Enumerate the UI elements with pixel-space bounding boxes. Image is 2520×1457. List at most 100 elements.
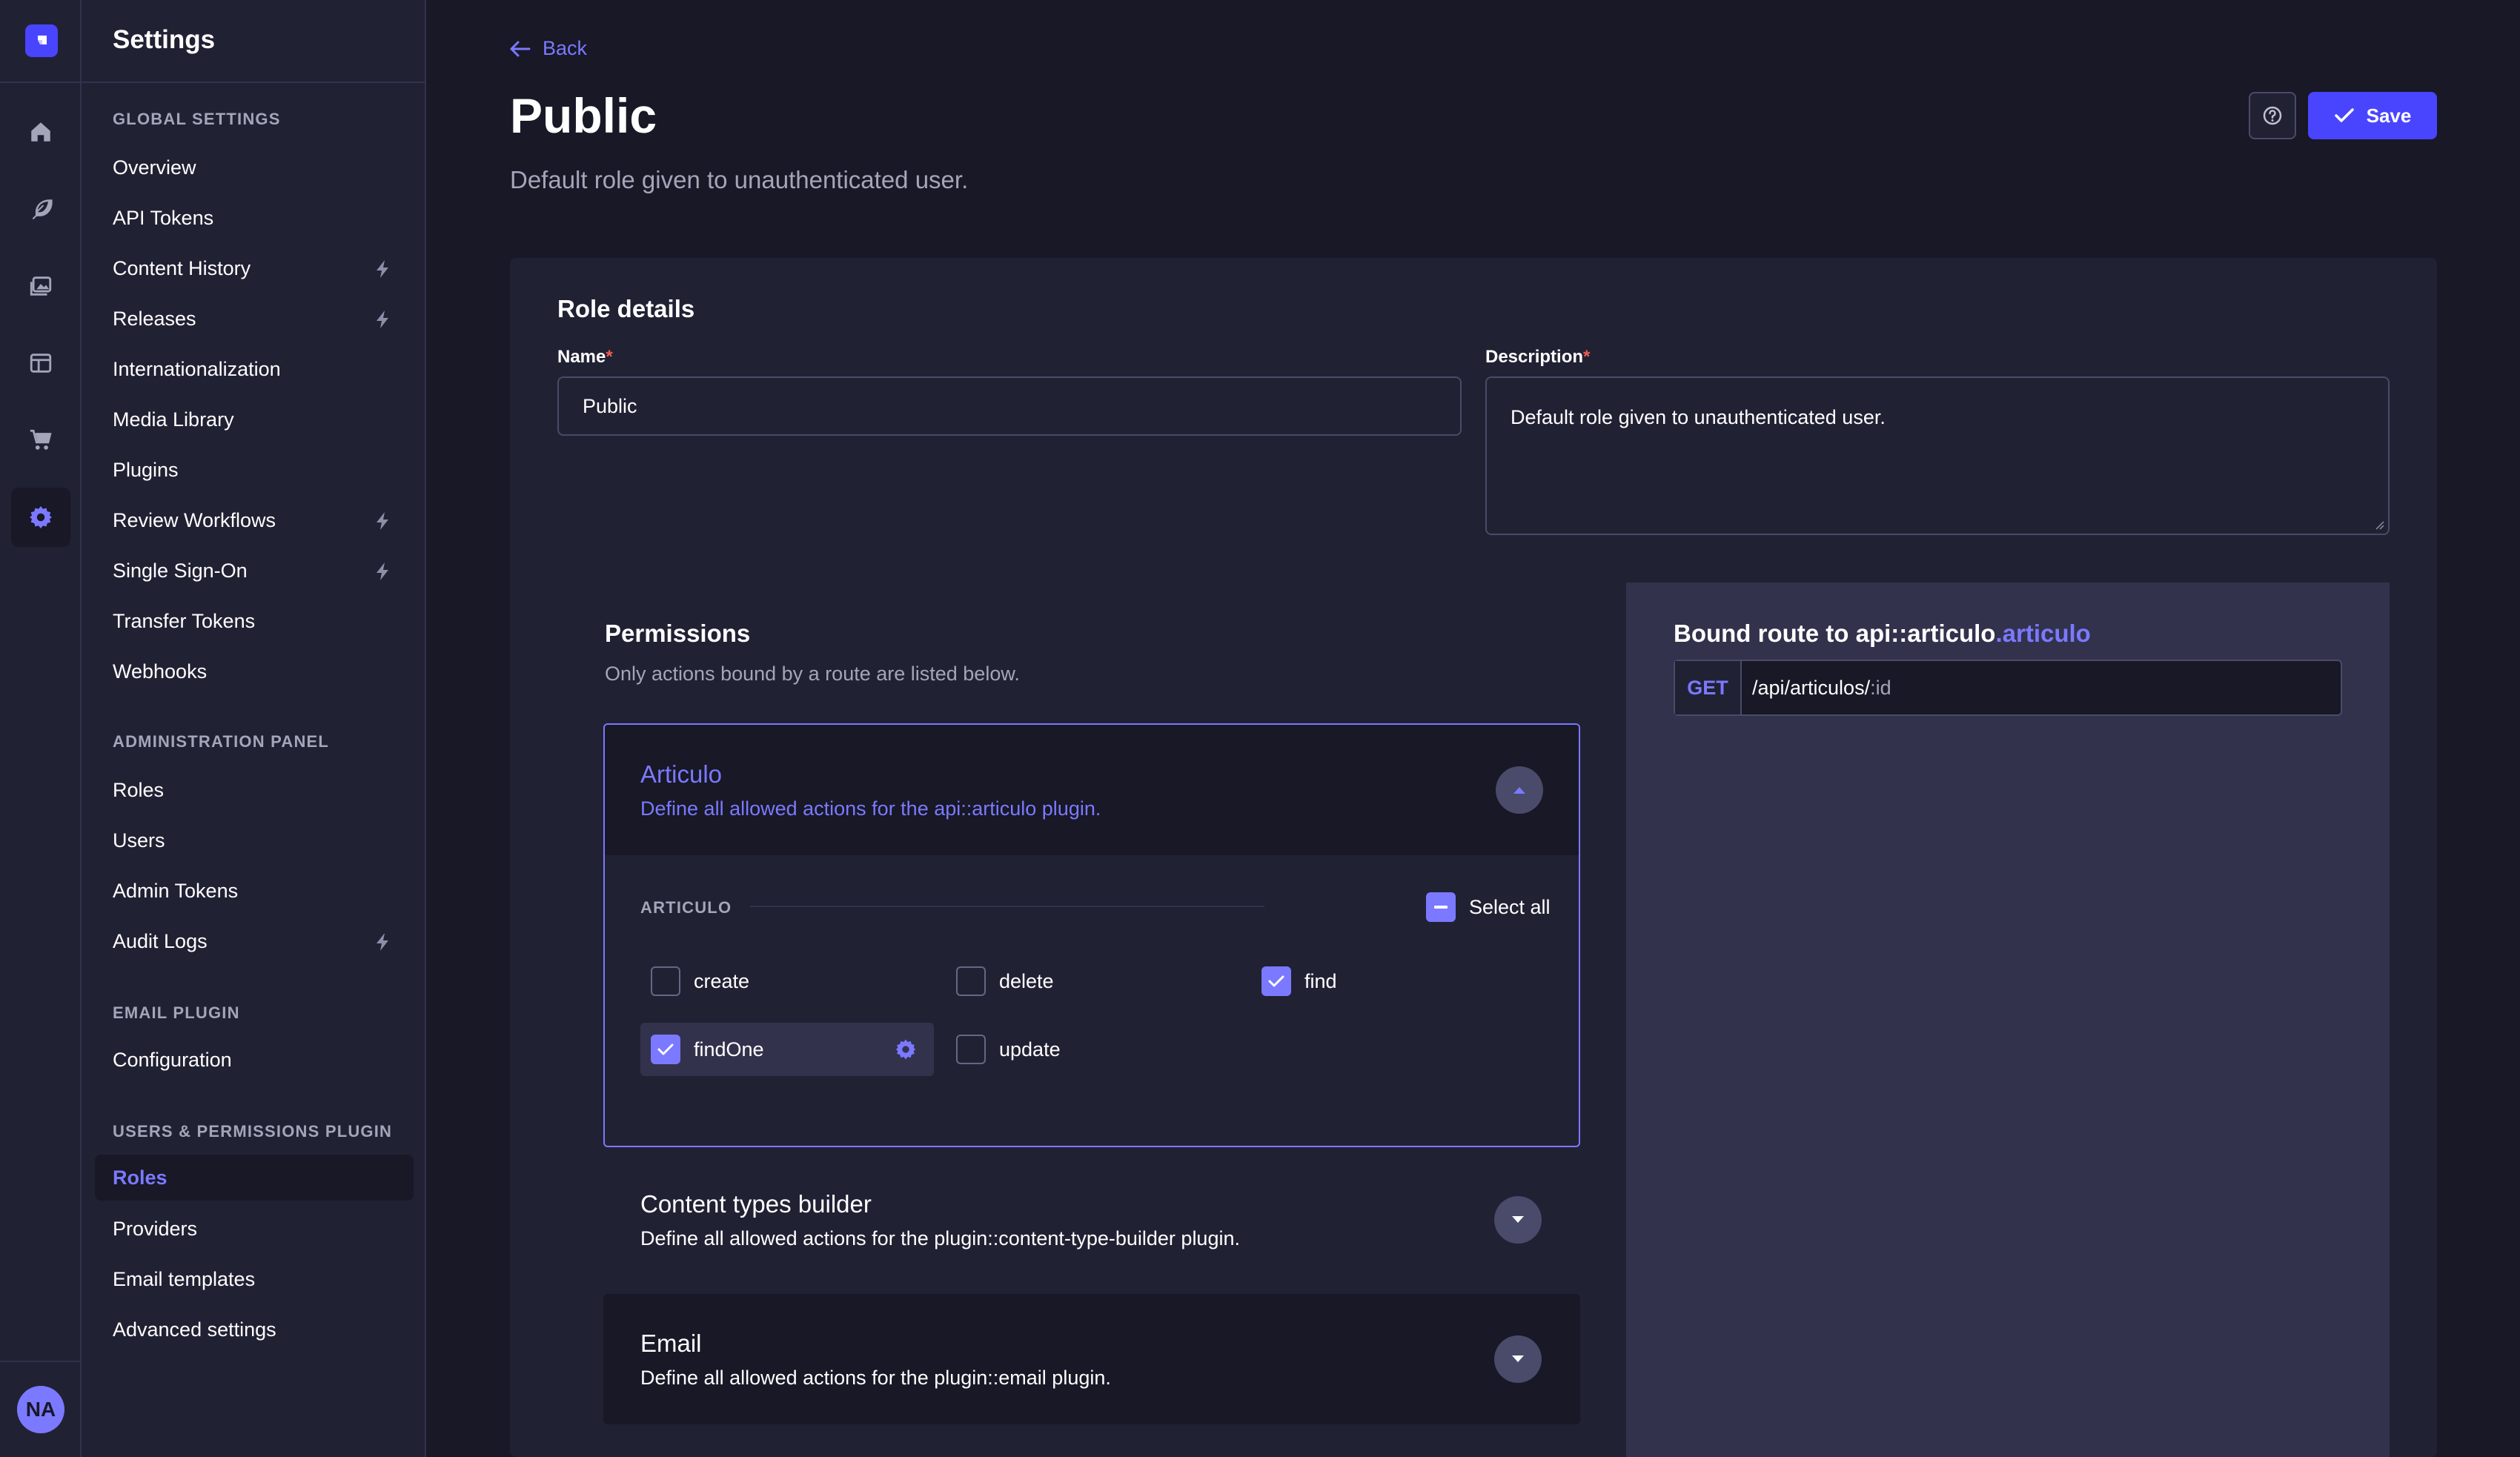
permission-find[interactable]: find	[1261, 966, 1337, 996]
checkbox-checked[interactable]	[1261, 966, 1291, 996]
permission-create[interactable]: create	[651, 966, 749, 996]
subnav-item-label: Configuration	[113, 1048, 232, 1071]
lightning-icon	[375, 933, 391, 951]
app-logo-icon[interactable]	[25, 24, 58, 57]
checkbox-checked[interactable]	[651, 1035, 680, 1064]
subnav-item-configuration[interactable]: Configuration	[95, 1037, 414, 1083]
checkbox[interactable]	[956, 966, 986, 996]
subnav-item-plugins[interactable]: Plugins	[95, 447, 414, 493]
lightning-icon	[375, 512, 391, 530]
accordion-articulo: Articulo Define all allowed actions for …	[603, 723, 1580, 1147]
back-link[interactable]: Back	[510, 37, 587, 60]
subnav-item-label: Internationalization	[113, 357, 281, 380]
question-circle-icon	[2262, 105, 2283, 126]
subnav-item-content-history[interactable]: Content History	[95, 245, 414, 291]
permission-label: create	[694, 969, 750, 992]
subnav-item-admin-roles[interactable]: Roles	[95, 767, 414, 813]
check-icon	[2334, 107, 2355, 124]
subnav-item-label: Providers	[113, 1217, 198, 1240]
select-all-checkbox[interactable]: Select all	[1426, 892, 1551, 922]
expand-button[interactable]	[1494, 1335, 1542, 1383]
collapse-button[interactable]	[1496, 766, 1543, 814]
subnav-title: Settings	[113, 25, 216, 54]
resize-grip-icon[interactable]	[2373, 519, 2385, 531]
subnav-item-label: Review Workflows	[113, 508, 276, 531]
subnav-item-email-templates[interactable]: Email templates	[95, 1256, 414, 1302]
accordion-articulo-header[interactable]	[605, 725, 1579, 855]
feather-icon[interactable]	[11, 179, 70, 239]
accordion-description: Define all allowed actions for the plugi…	[640, 1367, 1111, 1389]
subnav-item-advanced-settings[interactable]: Advanced settings	[95, 1307, 414, 1353]
subnav-item-providers[interactable]: Providers	[95, 1206, 414, 1252]
accordion-description: Define all allowed actions for the plugi…	[640, 1227, 1240, 1249]
permission-findone[interactable]: findOne	[651, 1035, 764, 1064]
permissions-subtitle: Only actions bound by a route are listed…	[605, 663, 1020, 685]
subnav-item-webhooks[interactable]: Webhooks	[95, 648, 414, 694]
subnav-item-single-sign-on[interactable]: Single Sign-On	[95, 548, 414, 594]
select-all-label: Select all	[1469, 895, 1551, 918]
lightning-icon	[375, 311, 391, 328]
role-details-title: Role details	[557, 295, 695, 322]
subnav-item-label: API Tokens	[113, 206, 214, 229]
cog-icon[interactable]	[894, 1038, 918, 1061]
accordion-content-types-builder[interactable]: Content types builder Define all allowed…	[603, 1164, 1580, 1294]
cart-icon[interactable]	[11, 411, 70, 470]
subnav-item-label: Overview	[113, 156, 196, 179]
section-email-plugin: EMAIL PLUGIN	[113, 1003, 240, 1022]
accordion-description: Define all allowed actions for the api::…	[640, 797, 1101, 820]
rail-divider	[0, 82, 80, 83]
media-library-icon[interactable]	[11, 256, 70, 316]
subnav-item-transfer-tokens[interactable]: Transfer Tokens	[95, 598, 414, 644]
home-icon[interactable]	[11, 102, 70, 162]
accordion-email[interactable]: Email Define all allowed actions for the…	[603, 1294, 1580, 1424]
lightning-icon	[375, 260, 391, 278]
name-field-label: Name*	[557, 347, 613, 367]
subnav-item-overview[interactable]: Overview	[95, 145, 414, 190]
subnav-item-audit-logs[interactable]: Audit Logs	[95, 918, 414, 964]
subnav-item-roles[interactable]: Roles	[95, 1155, 414, 1201]
group-divider	[750, 906, 1264, 907]
arrow-left-icon	[510, 41, 531, 57]
permission-delete[interactable]: delete	[956, 966, 1054, 996]
user-avatar[interactable]: NA	[17, 1386, 64, 1433]
bound-route-title: Bound route to api::articulo.articulo	[1674, 620, 2091, 647]
subnav-item-media-library[interactable]: Media Library	[95, 396, 414, 442]
subnav-item-users[interactable]: Users	[95, 817, 414, 863]
help-button[interactable]	[2249, 92, 2296, 139]
save-button[interactable]: Save	[2308, 92, 2437, 139]
save-label: Save	[2366, 104, 2412, 127]
accordion-title: Email	[640, 1330, 702, 1357]
subnav-item-internationalization[interactable]: Internationalization	[95, 346, 414, 392]
settings-gear-icon[interactable]	[11, 488, 70, 547]
subnav-item-releases[interactable]: Releases	[95, 296, 414, 342]
permission-group-label: ARTICULO	[640, 898, 732, 917]
page-title: Public	[510, 88, 657, 143]
page-subtitle: Default role given to unauthenticated us…	[510, 166, 969, 193]
chevron-down-icon	[1511, 1355, 1525, 1364]
permission-update[interactable]: update	[956, 1035, 1061, 1064]
subnav-item-label: Releases	[113, 307, 196, 330]
main-nav-rail: NA	[0, 0, 82, 1457]
checkbox[interactable]	[956, 1035, 986, 1064]
subnav-item-label: Roles	[113, 778, 165, 801]
bound-route-box: GET /api/articulos/:id	[1674, 660, 2342, 716]
role-name-input[interactable]: Public	[557, 376, 1462, 436]
subnav-item-api-tokens[interactable]: API Tokens	[95, 195, 414, 241]
subnav-item-label: Roles	[113, 1166, 168, 1189]
settings-subnav: Settings GLOBAL SETTINGS Overview API To…	[82, 0, 426, 1457]
route-path: /api/articulos/:id	[1752, 676, 1891, 699]
subnav-item-admin-tokens[interactable]: Admin Tokens	[95, 868, 414, 914]
subnav-item-label: Transfer Tokens	[113, 609, 256, 632]
checkbox[interactable]	[651, 966, 680, 996]
subnav-item-review-workflows[interactable]: Review Workflows	[95, 497, 414, 543]
subnav-item-label: Users	[113, 829, 165, 852]
permission-label: update	[999, 1038, 1061, 1061]
role-description-textarea[interactable]: Default role given to unauthenticated us…	[1485, 376, 2390, 535]
indeterminate-checkbox-icon	[1426, 892, 1456, 922]
lightning-icon	[375, 562, 391, 580]
subnav-item-label: Admin Tokens	[113, 879, 239, 902]
section-users-permissions-plugin: USERS & PERMISSIONS PLUGIN	[113, 1122, 393, 1141]
accordion-title: Content types builder	[640, 1190, 872, 1218]
expand-button[interactable]	[1494, 1196, 1542, 1244]
layout-icon[interactable]	[11, 333, 70, 393]
